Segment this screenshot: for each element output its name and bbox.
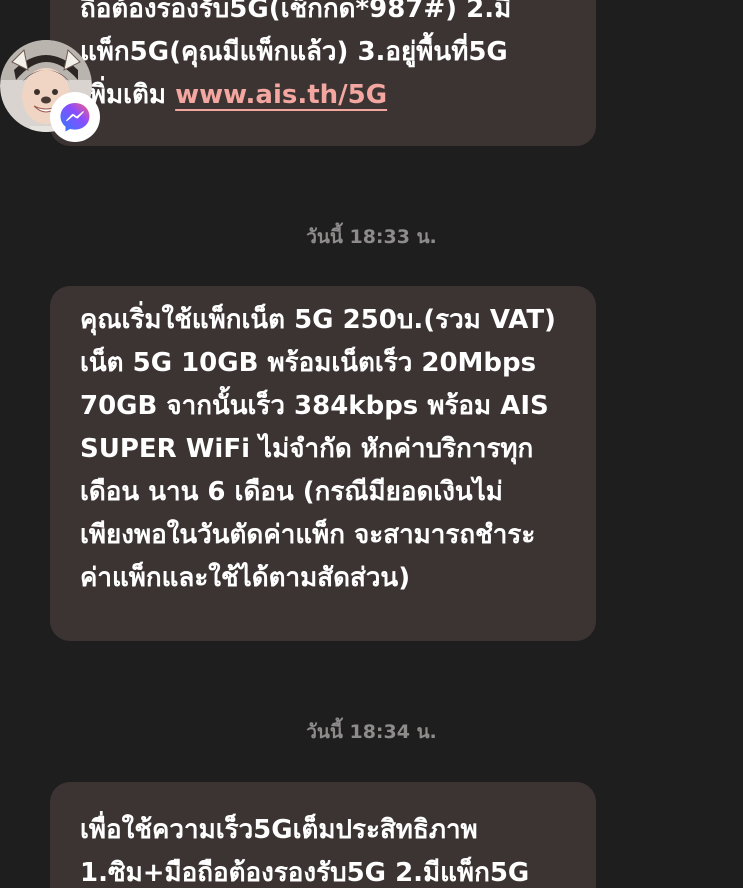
message-2-line-7: ค่าแพ็กและใช้ได้ตามสัดส่วน) <box>80 563 411 593</box>
timestamp: วันนี้ 18:33 น. <box>306 226 437 248</box>
message-1-line-1: ถือต้องรองรับ5G(เช็กกด*987#) 2.มี <box>80 0 512 24</box>
messenger-icon <box>60 103 90 132</box>
message-2-line-6: เพียงพอในวันตัดค่าแพ็ก จะสามารถชำระ <box>80 520 536 550</box>
message-2-line-5: เดือน นาน 6 เดือน (กรณีมียอดเงินไม่ <box>80 477 503 507</box>
message-1-line-2: แพ็ก5G(คุณมีแพ็กแล้ว) 3.อยู่พื้นที่5G <box>80 37 508 67</box>
message-bubble-1[interactable]: ถือต้องรองรับ5G(เช็กกด*987#) 2.มี แพ็ก5G… <box>50 0 596 146</box>
message-3-line-1: เพื่อใช้ความเร็ว5Gเต็มประสิทธิภาพ <box>80 815 478 845</box>
message-2-line-1: คุณเริ่มใช้แพ็กเน็ต 5G 250บ.(รวม VAT) <box>80 305 556 335</box>
message-bubble-2[interactable]: คุณเริ่มใช้แพ็กเน็ต 5G 250บ.(รวม VAT) เน… <box>50 286 596 641</box>
message-bubble-3[interactable]: เพื่อใช้ความเร็ว5Gเต็มประสิทธิภาพ 1.ซิม+… <box>50 782 596 888</box>
message-3-line-2: 1.ซิม+มือถือต้องรองรับ5G 2.มีแพ็ก5G <box>80 858 530 888</box>
ais-5g-link[interactable]: www.ais.th/5G <box>175 80 387 110</box>
timestamp: วันนี้ 18:34 น. <box>306 721 437 743</box>
message-2-line-2: เน็ต 5G 10GB พร้อมเน็ตเร็ว 20Mbps <box>80 348 537 378</box>
messenger-badge <box>52 94 98 140</box>
sender-avatar[interactable] <box>0 40 98 140</box>
message-2-line-3: 70GB จากนั้นเร็ว 384kbps พร้อม AIS <box>80 391 549 421</box>
message-2-line-4: SUPER WiFi ไม่จำกัด หักค่าบริการทุก <box>80 434 534 464</box>
message-1-line-3: เพิ่มเติม www.ais.th/5G <box>80 74 566 117</box>
